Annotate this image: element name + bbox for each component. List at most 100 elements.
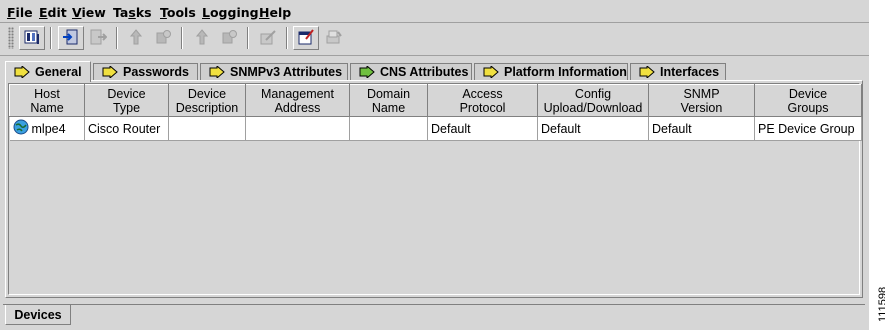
toolbar-separator (286, 27, 288, 49)
device-manager-window: File Edit View Tasks Tools Logging Help (0, 0, 869, 330)
column-header-line: Access (462, 86, 503, 101)
delete-device-button[interactable] (150, 26, 176, 50)
toolbar-grip[interactable] (8, 27, 14, 49)
host-name-wrap: mlpe4 (13, 119, 82, 138)
menu-tasks[interactable]: Tasks (113, 5, 152, 20)
menu-logging-mnemonic: L (202, 5, 210, 20)
device-list-button[interactable] (19, 26, 45, 50)
menubar-divider (0, 22, 869, 23)
move-up-button[interactable] (189, 26, 215, 50)
cell-device-type[interactable]: Cisco Router (84, 116, 169, 141)
tab-platform-information[interactable]: Platform Information (474, 63, 628, 80)
pencil-arrow-icon (359, 66, 375, 78)
menu-view[interactable]: View (72, 5, 106, 20)
menu-tools-mnemonic: T (160, 5, 167, 20)
column-header-snmp-version[interactable]: SNMP Version (648, 84, 755, 117)
export-device-button[interactable] (85, 26, 111, 50)
column-header-line: SNMP (683, 86, 720, 101)
add-device-button[interactable] (58, 26, 84, 50)
column-header-device-description[interactable]: Device Description (168, 84, 246, 117)
delete-device-button[interactable] (216, 26, 242, 50)
column-header-line: Name (371, 100, 406, 115)
tab-general[interactable]: General (5, 61, 91, 82)
column-header-line: Type (112, 100, 141, 115)
print-button[interactable] (320, 26, 346, 50)
menu-bar: File Edit View Tasks Tools Logging Help (0, 0, 869, 24)
pencil-arrow-icon (483, 66, 499, 78)
column-header-line: Description (175, 100, 239, 115)
move-up-icon (127, 28, 145, 49)
column-header-line: Upload/Download (543, 100, 643, 115)
menu-edit-rest: dit (47, 5, 67, 20)
column-header-line: Name (30, 100, 64, 115)
host-name-text: mlpe4 (31, 121, 66, 136)
cell-access-protocol[interactable]: Default (427, 116, 538, 141)
toolbar-separator (116, 27, 118, 49)
menu-logging[interactable]: Logging (202, 5, 259, 20)
menu-file[interactable]: File (7, 5, 33, 20)
menu-view-rest: iew (81, 5, 106, 20)
cell-host-name[interactable]: mlpe4 (9, 116, 85, 141)
column-header-line: Device (107, 86, 146, 101)
table-header-row: Host Name Device Type Device Description Ma… (9, 84, 862, 117)
cell-snmp-version[interactable]: Default (648, 116, 755, 141)
move-up-button[interactable] (123, 26, 149, 50)
menu-edit-mnemonic: E (39, 5, 48, 20)
toolbar-separator (247, 27, 249, 49)
column-header-line: Version (680, 100, 723, 115)
device-table-viewport[interactable]: Host Name Device Type Device Description Ma… (8, 83, 862, 295)
column-header-device-groups[interactable]: Device Groups (754, 84, 862, 117)
column-header-line: Host (34, 86, 60, 101)
menu-help[interactable]: Help (259, 5, 291, 20)
properties-button[interactable] (293, 26, 319, 50)
menu-tools[interactable]: Tools (160, 5, 196, 20)
print-icon (324, 28, 342, 49)
cell-domain-name[interactable] (349, 116, 428, 141)
edit-button[interactable] (255, 26, 281, 50)
column-header-line: Management (261, 86, 334, 101)
tab-passwords-label: Passwords (123, 65, 190, 79)
table-row[interactable]: mlpe4 Cisco Router Default Default Defau… (9, 116, 862, 141)
toolbar-separator (50, 27, 52, 49)
column-header-access-protocol[interactable]: Access Protocol (427, 84, 538, 117)
tab-cns-attributes[interactable]: CNS Attributes (350, 63, 472, 80)
export-device-icon (89, 28, 108, 49)
column-header-device-type[interactable]: Device Type (84, 84, 169, 117)
tab-interfaces[interactable]: Interfaces (630, 63, 726, 80)
menu-help-mnemonic: H (259, 5, 270, 20)
menu-help-rest: elp (269, 5, 292, 20)
column-header-management-address[interactable]: Management Address (245, 84, 350, 117)
cell-config-upload-download[interactable]: Default (537, 116, 649, 141)
cell-device-description[interactable] (168, 116, 246, 141)
tab-snmpv3-attributes[interactable]: SNMPv3 Attributes (200, 63, 348, 80)
column-header-domain-name[interactable]: Domain Name (349, 84, 428, 117)
tab-cns-attributes-label: CNS Attributes (380, 65, 469, 79)
device-list-icon (23, 28, 41, 49)
tab-devices[interactable]: Devices (5, 305, 71, 325)
cell-device-groups[interactable]: PE Device Group (754, 116, 862, 141)
menu-logging-rest: ogging (209, 5, 259, 20)
column-header-config-upload-download[interactable]: Config Upload/Download (537, 84, 649, 117)
tab-passwords[interactable]: Passwords (93, 63, 198, 80)
column-header-line: Address (274, 100, 321, 115)
tab-interfaces-label: Interfaces (660, 65, 720, 79)
device-globe-icon (13, 119, 29, 138)
delete-device-icon (154, 28, 172, 49)
toolbar-separator (181, 27, 183, 49)
column-header-line: Domain (366, 86, 411, 101)
toolbar (0, 24, 869, 56)
menu-tools-rest: ools (166, 5, 196, 20)
pencil-arrow-icon (102, 66, 118, 78)
add-device-icon (62, 28, 80, 49)
cell-management-address[interactable] (245, 116, 350, 141)
column-header-host-name[interactable]: Host Name (9, 84, 85, 117)
menu-edit[interactable]: Edit (39, 5, 67, 20)
tab-platform-information-label: Platform Information (504, 65, 627, 79)
bottom-tab-divider (3, 304, 865, 305)
properties-icon (297, 28, 315, 49)
tab-general-label: General (35, 65, 82, 79)
device-table: Host Name Device Type Device Description Ma… (9, 84, 862, 141)
pencil-arrow-icon (209, 66, 225, 78)
bottom-tab-strip: Devices (0, 300, 869, 330)
move-up-icon (193, 28, 211, 49)
